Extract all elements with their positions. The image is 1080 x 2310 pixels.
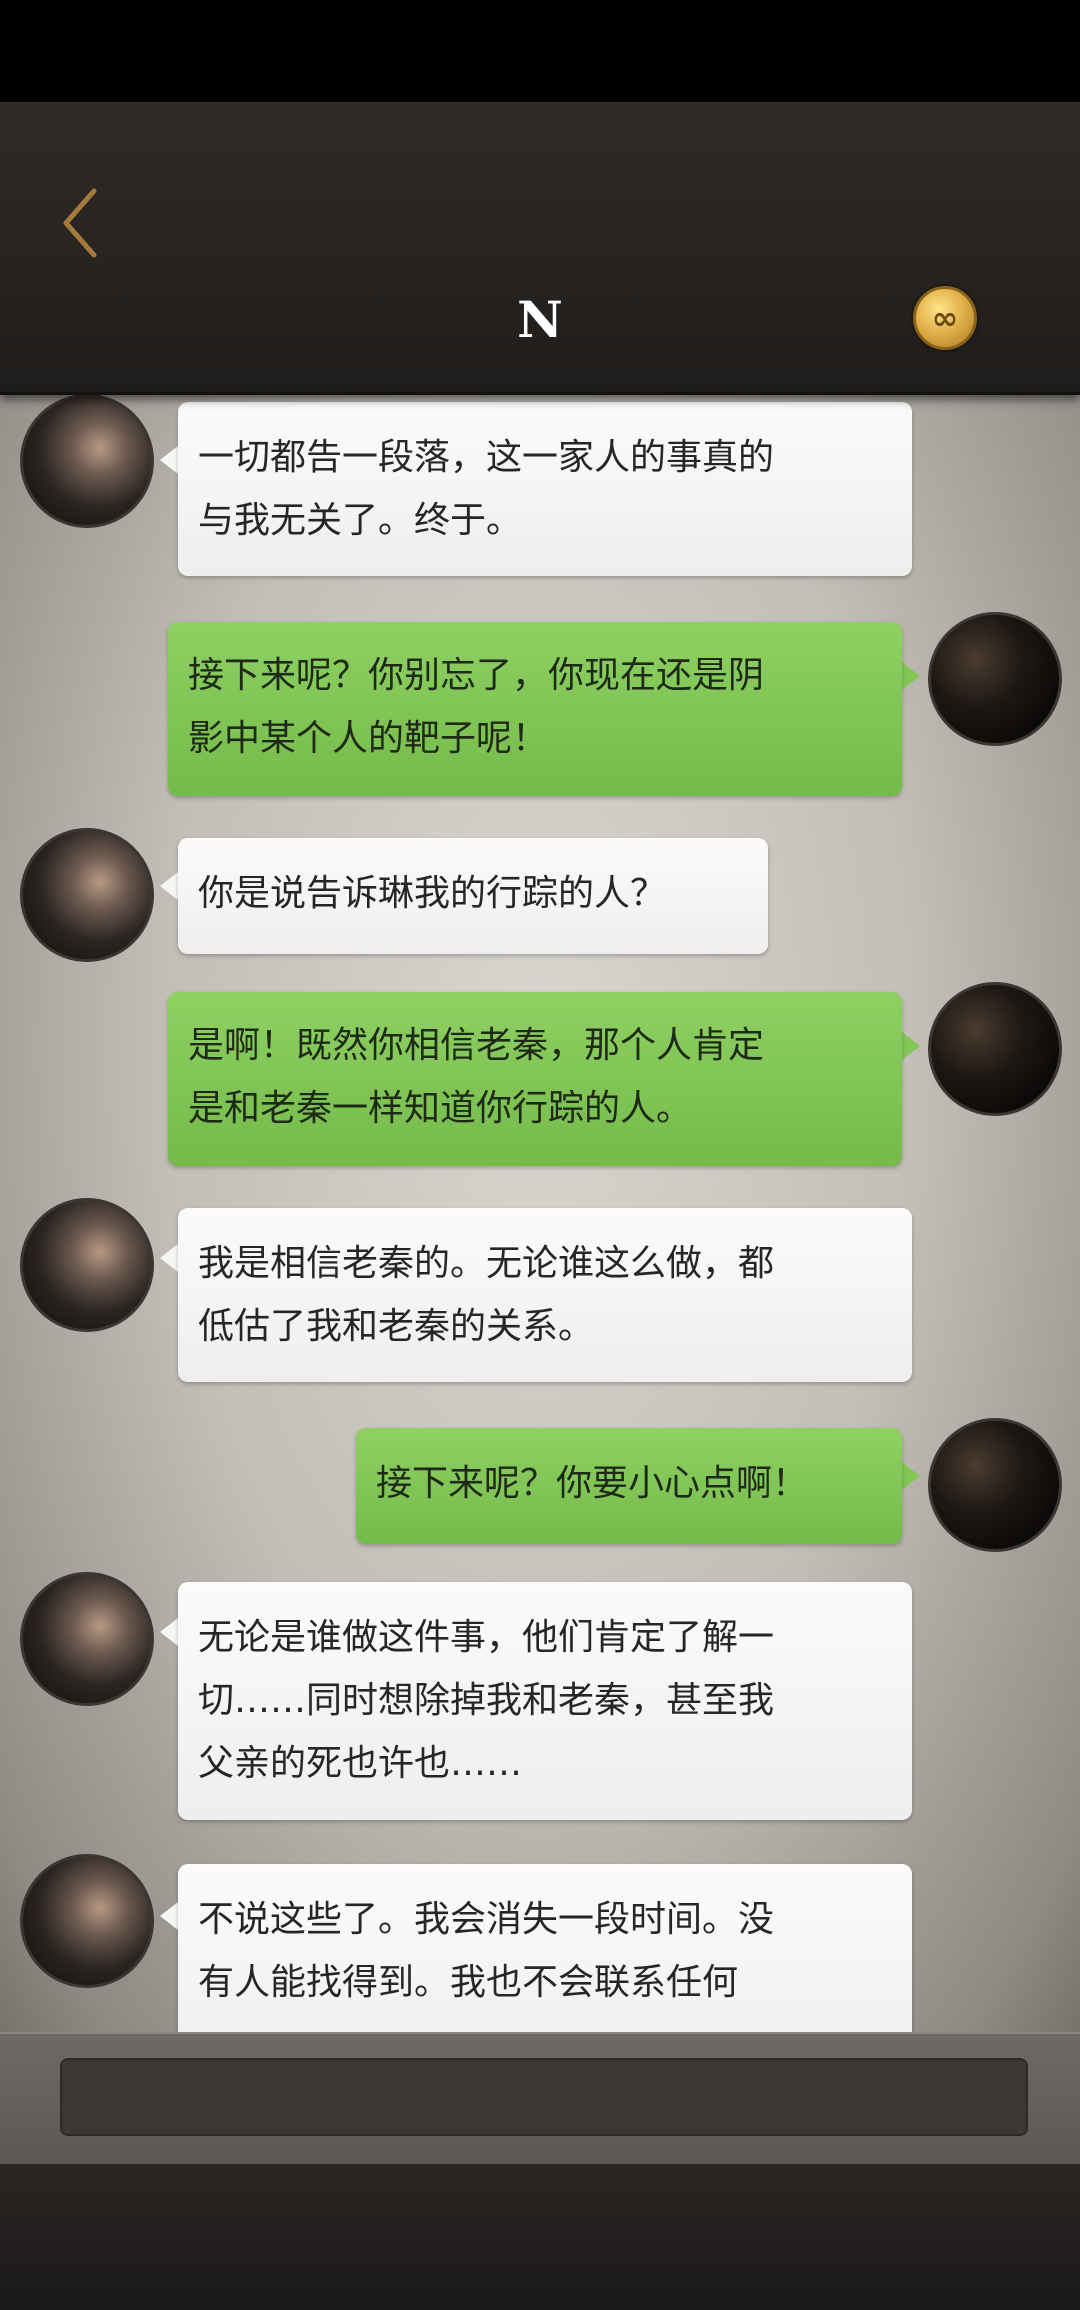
bubble-tail	[160, 1618, 178, 1646]
bubble-tail	[902, 662, 920, 690]
message-line: 切……同时想除掉我和老秦，甚至我	[198, 1680, 775, 1721]
message-bubble-right: 接下来呢？你要小心点啊！	[356, 1428, 902, 1544]
message-line: 无论是谁做这件事，他们肯定了解一	[198, 1617, 775, 1658]
message-bubble-right: 是啊！既然你相信老秦，那个人肯定 是和老秦一样知道你行踪的人。	[168, 992, 902, 1166]
message-line: 接下来呢？你别忘了，你现在还是阴	[188, 655, 765, 696]
message-line: 接下来呢？你要小心点啊！	[376, 1463, 809, 1504]
chat-area[interactable]: 一切都告一段落，这一家人的事真的 与我无关了。终于。 接下来呢？你别忘了，你现在…	[0, 392, 1080, 2032]
contact-avatar[interactable]	[20, 1572, 154, 1706]
message-line: 不说这些了。我会消失一段时间。没	[198, 1899, 775, 1940]
user-avatar[interactable]	[928, 612, 1062, 746]
bubble-tail	[160, 1902, 178, 1930]
back-button[interactable]	[52, 183, 112, 263]
bubble-tail	[160, 872, 178, 900]
bubble-tail	[160, 1244, 178, 1272]
message-bubble-right: 接下来呢？你别忘了，你现在还是阴 影中某个人的靶子呢！	[168, 622, 902, 796]
message-line: 有人能找得到。我也不会联系任何	[198, 1962, 739, 2003]
message-bubble-left: 我是相信老秦的。无论谁这么做，都 低估了我和老秦的关系。	[178, 1208, 912, 1382]
navigation-bar	[0, 2164, 1080, 2310]
message-line: 你是说告诉琳我的行踪的人？	[198, 873, 667, 914]
message-line: 与我无关了。终于。	[198, 500, 523, 541]
message-line: 我是相信老秦的。无论谁这么做，都	[198, 1243, 775, 1284]
infinity-coin-icon[interactable]: ∞	[913, 286, 977, 350]
chevron-left-icon	[63, 188, 97, 258]
message-line: 是啊！既然你相信老秦，那个人肯定	[188, 1025, 765, 1066]
header	[0, 102, 1080, 395]
bubble-tail	[160, 446, 178, 474]
status-bar	[0, 0, 1080, 102]
contact-avatar[interactable]	[20, 828, 154, 962]
message-line: 是和老秦一样知道你行踪的人。	[188, 1088, 693, 1129]
contact-avatar[interactable]	[20, 1854, 154, 1988]
message-bubble-left: 无论是谁做这件事，他们肯定了解一 切……同时想除掉我和老秦，甚至我 父亲的死也许…	[178, 1582, 912, 1820]
message-bubble-left: 不说这些了。我会消失一段时间。没 有人能找得到。我也不会联系任何	[178, 1864, 912, 2032]
user-avatar[interactable]	[928, 982, 1062, 1116]
message-input[interactable]	[60, 2058, 1028, 2136]
user-avatar[interactable]	[928, 1418, 1062, 1552]
message-bubble-left: 一切都告一段落，这一家人的事真的 与我无关了。终于。	[178, 402, 912, 576]
contact-avatar[interactable]	[20, 1198, 154, 1332]
bubble-tail	[902, 1032, 920, 1060]
message-line: 一切都告一段落，这一家人的事真的	[198, 437, 775, 478]
message-line: 低估了我和老秦的关系。	[198, 1306, 595, 1347]
bubble-tail	[902, 1462, 920, 1490]
message-line: 父亲的死也许也……	[198, 1743, 523, 1784]
message-bubble-left: 你是说告诉琳我的行踪的人？	[178, 838, 768, 954]
contact-avatar[interactable]	[20, 394, 154, 528]
message-line: 影中某个人的靶子呢！	[188, 718, 549, 759]
